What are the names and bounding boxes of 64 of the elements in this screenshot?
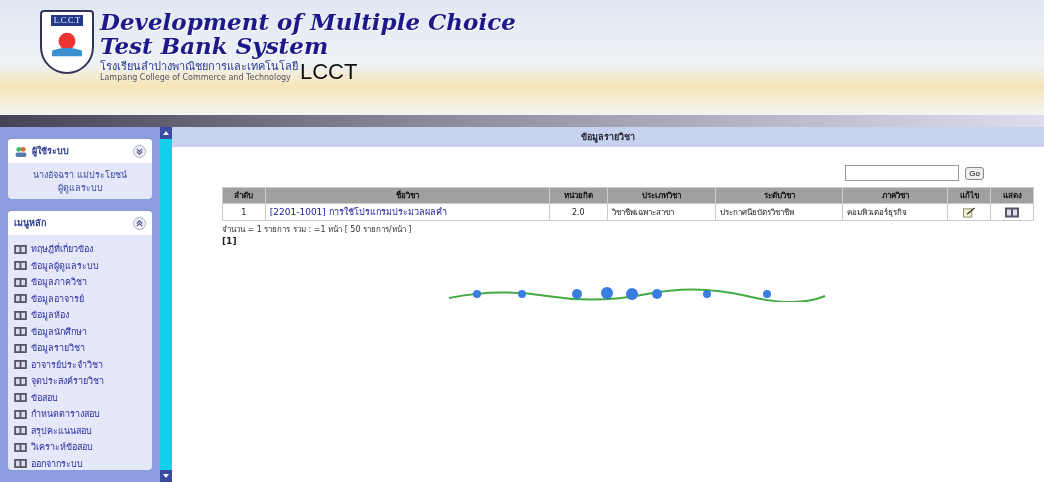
book-icon — [14, 343, 27, 353]
column-header: แก้ไข — [947, 187, 991, 204]
school-abbreviation: LCCT — [300, 61, 358, 83]
table-cell: คอมพิวเตอร์ธุรกิจ — [842, 203, 948, 221]
school-logo: L.C.C.T — [40, 10, 94, 74]
table-cell: ประกาศนียบัตรวิชาชีพ — [715, 203, 843, 221]
book-icon — [14, 393, 27, 403]
panel-title: เมนูหลัก — [14, 217, 47, 231]
book-icon — [14, 327, 27, 337]
column-header: ภาควิชา — [842, 187, 948, 204]
column-header: ชื่อวิชา — [265, 187, 550, 204]
toggle-button[interactable] — [133, 144, 146, 158]
scroll-up-button[interactable] — [160, 127, 172, 139]
book-icon — [14, 261, 27, 271]
menu-item[interactable]: ทฤษฎีที่เกี่ยวข้อง — [14, 241, 146, 258]
book-icon — [14, 360, 27, 370]
menu-item[interactable]: กำหนดตารางสอบ — [14, 406, 146, 423]
column-header: ระดับวิชา — [715, 187, 843, 204]
users-icon — [14, 145, 28, 157]
page-title: ข้อมูลรายวิชา — [172, 127, 1044, 147]
menu-item[interactable]: วิเคราะห์ข้อสอบ — [14, 439, 146, 456]
table-cell: วิชาชีพเฉพาะสาขา — [607, 203, 716, 221]
book-icon — [14, 244, 27, 254]
menu-item[interactable]: จุดประสงค์รายวิชา — [14, 373, 146, 390]
menu-item[interactable]: ข้อมูลผู้ดูแลระบบ — [14, 257, 146, 275]
menu-item[interactable]: สรุปคะแนนสอบ — [14, 422, 146, 440]
table-cell: 2.0 — [549, 203, 608, 221]
system-title: Development of Multiple Choice — [100, 10, 516, 34]
column-header: ประเภทวิชา — [607, 187, 716, 204]
book-icon — [14, 376, 27, 386]
chevron-icon — [135, 218, 144, 228]
school-name-english: Lampang College of Commerce and Technology — [100, 73, 292, 83]
menu-item[interactable]: ข้อมูลนักศึกษา — [14, 323, 146, 341]
toggle-button[interactable] — [133, 216, 146, 230]
menu-item[interactable]: อาจารย์ประจำวิชา — [14, 356, 146, 374]
column-header: แสดง — [990, 187, 1034, 204]
book-icon — [14, 409, 27, 419]
book-icon — [14, 294, 27, 304]
menu-item[interactable]: ข้อมูลภาควิชา — [14, 274, 146, 291]
column-header: หน่วยกิต — [549, 187, 608, 204]
book-icon — [14, 277, 27, 287]
book-icon[interactable] — [1005, 206, 1020, 218]
menu-item[interactable]: ข้อมูลรายวิชา — [14, 340, 146, 357]
search-field[interactable] — [845, 165, 960, 181]
column-header: ลำดับ — [222, 187, 266, 204]
menu-item[interactable]: ข้อสอบ — [14, 389, 146, 407]
panel-title: ผู้ใช้ระบบ — [32, 145, 70, 158]
book-icon — [14, 310, 27, 320]
page-link[interactable]: [1] — [222, 236, 237, 246]
user-name: นางอัจฉรา แม่ประโยชน์ — [32, 169, 128, 182]
menu-item[interactable]: ข้อมูลอาจารย์ — [14, 290, 146, 308]
scrollbar[interactable] — [160, 127, 172, 482]
table-cell: 1 — [222, 203, 266, 221]
menu-item[interactable]: ออกจากระบบ — [14, 455, 146, 470]
chevron-icon — [135, 146, 144, 156]
menu-item[interactable]: ข้อมูลห้อง — [14, 307, 146, 324]
school-name-thai: โรงเรียนลำปางพาณิชยการและเทคโนโลยี — [100, 60, 298, 73]
book-icon — [14, 426, 27, 436]
edit-icon[interactable] — [962, 206, 977, 218]
record-summary: จำนวน = 1 รายการ รวม : =1 หน้า [ 50 รายการ/หน้า ] — [222, 224, 412, 236]
user-role: ผู้ดูแลระบบ — [56, 182, 104, 195]
scroll-down-button[interactable] — [160, 470, 172, 482]
book-icon — [14, 442, 27, 452]
go-button[interactable]: Go — [965, 166, 984, 180]
